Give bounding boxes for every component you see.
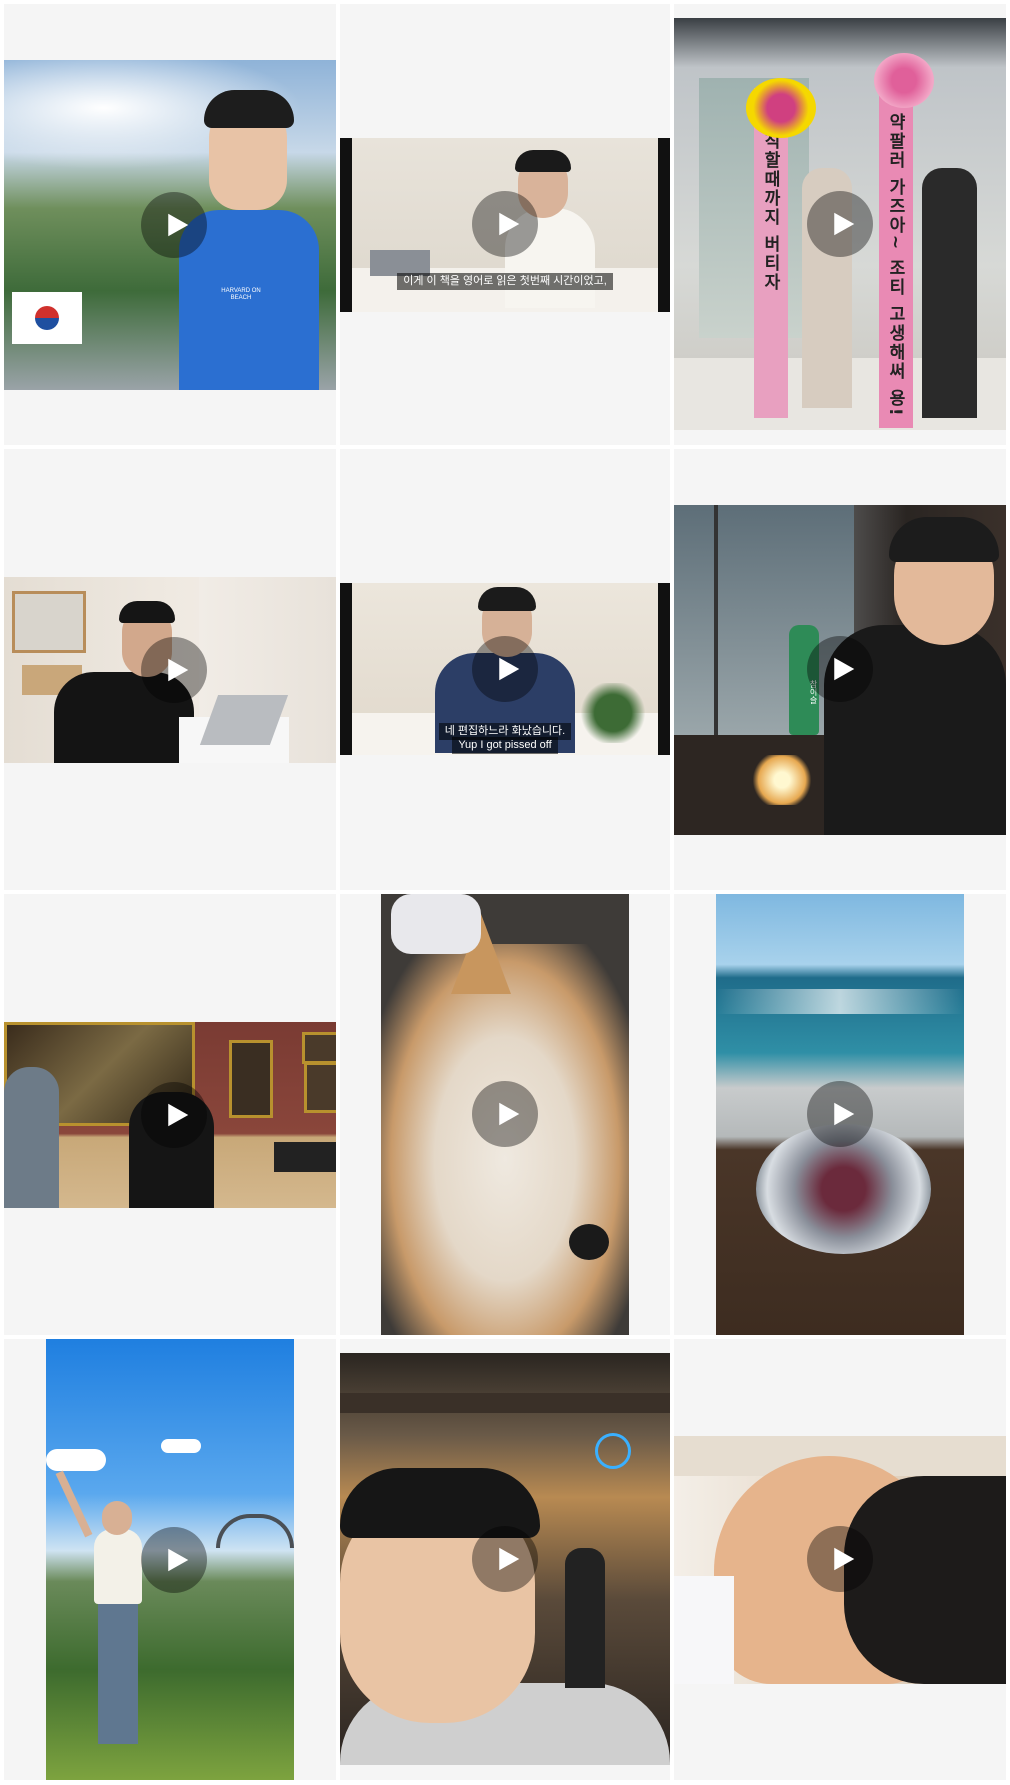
video-thumbnail[interactable] xyxy=(4,1339,336,1780)
play-icon xyxy=(498,212,519,236)
harbour-bridge xyxy=(216,1514,294,1548)
play-icon xyxy=(833,657,854,681)
painting xyxy=(229,1040,273,1118)
play-button[interactable] xyxy=(141,192,207,258)
play-button[interactable] xyxy=(807,636,873,702)
banner-left-text: 퇴직할때까지 버티자 xyxy=(760,113,780,292)
painting xyxy=(304,1062,336,1113)
video-thumbnail[interactable] xyxy=(674,1339,1006,1780)
play-icon xyxy=(498,1102,519,1126)
shirt-text: HARVARD ON BEACH xyxy=(221,288,261,301)
play-button[interactable] xyxy=(141,1527,207,1593)
play-button[interactable] xyxy=(141,1082,207,1148)
play-button[interactable] xyxy=(807,1081,873,1147)
video-thumbnail[interactable]: 이게 이 책을 영어로 읽은 첫번째 시간이었고, xyxy=(340,4,670,445)
play-icon xyxy=(167,658,188,682)
video-thumbnail[interactable]: HARVARD ON BEACH xyxy=(4,4,336,445)
play-button[interactable] xyxy=(472,1081,538,1147)
play-icon xyxy=(167,1548,188,1572)
play-icon xyxy=(833,1102,854,1126)
video-thumbnail[interactable] xyxy=(4,894,336,1335)
video-grid: HARVARD ON BEACH 이게 이 책을 영어로 읽은 첫번째 시간이었… xyxy=(0,0,1010,1785)
flag xyxy=(12,292,82,344)
banner-right-text: 약팔러 가즈아~ 조티 고생해써 용! xyxy=(885,113,905,418)
play-icon xyxy=(167,213,188,237)
play-icon xyxy=(167,1103,188,1127)
play-icon xyxy=(498,657,519,681)
video-thumbnail[interactable] xyxy=(340,1339,670,1780)
play-button[interactable] xyxy=(141,637,207,703)
video-thumbnail[interactable] xyxy=(340,894,670,1335)
video-thumbnail[interactable] xyxy=(674,894,1006,1335)
play-icon xyxy=(498,1547,519,1571)
video-caption-english: Yup I got pissed off xyxy=(452,737,558,754)
play-button[interactable] xyxy=(807,1526,873,1592)
video-thumbnail[interactable]: 퇴직할때까지 버티자 약팔러 가즈아~ 조티 고생해써 용! xyxy=(674,4,1006,445)
video-thumbnail[interactable] xyxy=(4,449,336,890)
play-icon xyxy=(833,212,854,236)
video-thumbnail[interactable]: 네 편집하느라 화났습니다. Yup I got pissed off xyxy=(340,449,670,890)
video-caption: 이게 이 책을 영어로 읽은 첫번째 시간이었고, xyxy=(397,273,613,290)
play-button[interactable] xyxy=(807,191,873,257)
play-button[interactable] xyxy=(472,1526,538,1592)
play-icon xyxy=(833,1547,854,1571)
painting xyxy=(302,1032,336,1064)
play-button[interactable] xyxy=(472,636,538,702)
video-thumbnail[interactable]: 참이슬 xyxy=(674,449,1006,890)
person xyxy=(94,1529,142,1604)
play-button[interactable] xyxy=(472,191,538,257)
